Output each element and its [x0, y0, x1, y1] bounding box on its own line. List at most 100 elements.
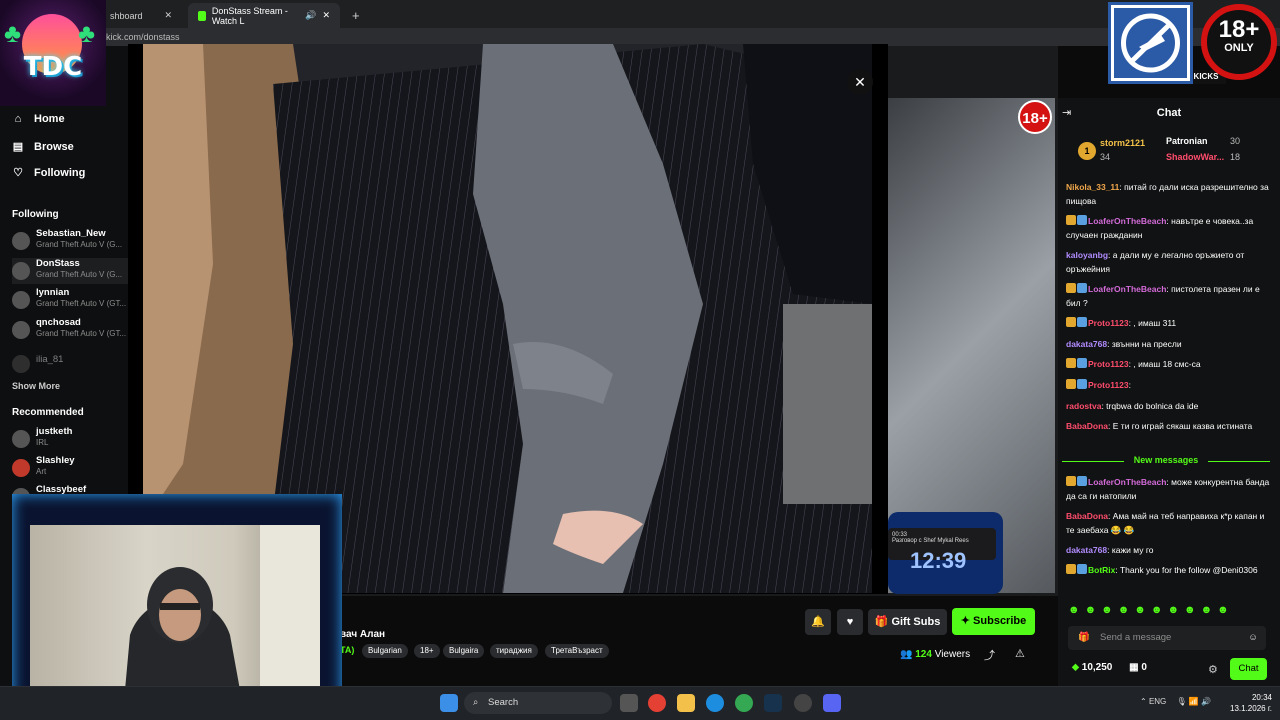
- task-view-icon[interactable]: [620, 694, 638, 712]
- system-tray[interactable]: ⌃ ENG 🎙 📶 🔊: [1140, 697, 1211, 706]
- points-icon: ⬥: [1072, 662, 1082, 673]
- chat-message: LoaferOnTheBeach: навътре е човека..за с…: [1066, 214, 1272, 242]
- new-messages-divider[interactable]: New messages: [1062, 455, 1270, 467]
- chat-username[interactable]: LoaferOnTheBeach: [1088, 284, 1166, 294]
- nav-home[interactable]: ⌂ Home: [12, 113, 65, 125]
- no-weapons-sign: [1108, 2, 1193, 84]
- stream-tag[interactable]: Bulgaira: [443, 644, 485, 658]
- browser-tab-dashboard[interactable]: shboard ✕: [100, 3, 182, 28]
- windows-taskbar: [0, 686, 1280, 720]
- chat-username[interactable]: Proto1123: [1088, 380, 1129, 390]
- palm-tree-icon: ♣: [4, 18, 22, 48]
- clock-time: 20:34: [1251, 693, 1272, 702]
- sidebar-channel[interactable]: ilia_81: [12, 351, 128, 377]
- stream-tag[interactable]: 18+: [414, 644, 440, 658]
- edge-icon[interactable]: [706, 694, 724, 712]
- search-icon: ⌕: [473, 697, 479, 708]
- file-explorer-icon[interactable]: [677, 694, 695, 712]
- chat-username[interactable]: dakata768: [1066, 545, 1107, 555]
- taskbar-search[interactable]: ⌕ Search: [464, 692, 612, 714]
- chat-message: BabaDona: Ама май на теб направиха к*р к…: [1066, 509, 1272, 537]
- channel-game: Art: [36, 467, 47, 476]
- gift-subs-button[interactable]: 🎁 Gift Subs: [868, 609, 947, 635]
- chat-username[interactable]: BabaDona: [1066, 511, 1108, 521]
- chat-username[interactable]: BotRix: [1088, 565, 1115, 575]
- taskbar-clock[interactable]: 20:34 13.1.2026 г.: [1222, 692, 1272, 714]
- chat-username[interactable]: kaloyanbg: [1066, 250, 1108, 260]
- stream-tag[interactable]: Bulgarian: [362, 644, 408, 658]
- emoji-icon[interactable]: ☺: [1248, 626, 1258, 650]
- sidebar-channel[interactable]: DonStass Grand Theft Auto V (G...: [12, 258, 128, 284]
- channel-game: Grand Theft Auto V (GT...: [36, 329, 127, 338]
- discord-icon[interactable]: [823, 694, 841, 712]
- share-icon[interactable]: ⤴: [984, 647, 995, 663]
- chat-username[interactable]: LoaferOnTheBeach: [1088, 477, 1166, 487]
- new-tab-button[interactable]: +: [342, 3, 362, 28]
- close-icon[interactable]: ✕: [164, 10, 172, 21]
- chat-message: Proto1123:: [1066, 378, 1272, 392]
- language-indicator[interactable]: ENG: [1149, 697, 1166, 706]
- chat-badge-icon: [1066, 379, 1076, 389]
- leaderboard-count: 18: [1230, 152, 1241, 162]
- chat-message: BotRix: Thank you for the follow @Deni03…: [1066, 563, 1272, 577]
- emote-bar[interactable]: ☻☻☻☻☻☻☻☻☻☻: [1068, 604, 1268, 618]
- report-icon[interactable]: ⚠: [1015, 647, 1025, 660]
- app-icon[interactable]: [648, 694, 666, 712]
- chat-username[interactable]: Proto1123: [1088, 318, 1129, 328]
- lightbox-close-button[interactable]: ✕: [847, 69, 873, 95]
- nav-following[interactable]: ♡ Following: [12, 166, 85, 180]
- chat-send-button[interactable]: Chat: [1230, 658, 1267, 680]
- badge-only-text: ONLY: [1224, 42, 1254, 54]
- gift-subs-label: Gift Subs: [891, 616, 941, 628]
- windows-start-icon[interactable]: [440, 694, 458, 712]
- chrome-icon[interactable]: [735, 694, 753, 712]
- chat-username[interactable]: LoaferOnTheBeach: [1088, 216, 1166, 226]
- subscribe-label: Subscribe: [973, 615, 1027, 627]
- chat-badge-icon: [1077, 379, 1087, 389]
- stream-category-fragment[interactable]: TA): [340, 645, 354, 655]
- chat-username[interactable]: BabaDona: [1066, 421, 1108, 431]
- no-weapons-icon: [1114, 8, 1187, 78]
- chat-username[interactable]: Nikola_33_11: [1066, 182, 1119, 192]
- nav-browse[interactable]: ▤ Browse: [12, 140, 74, 154]
- recommended-section-title: Recommended: [12, 407, 84, 418]
- stream-tag[interactable]: ТретаВъзраст: [545, 644, 609, 658]
- chat-message: LoaferOnTheBeach: пистолета празен ли е …: [1066, 282, 1272, 310]
- sidebar-channel[interactable]: justketh IRL: [12, 426, 128, 452]
- chat-username[interactable]: Proto1123: [1088, 359, 1129, 369]
- chat-message: BabaDona: Е ти го играй сякаш казва исти…: [1066, 419, 1272, 433]
- notification-bell-button[interactable]: 🔔: [805, 609, 831, 635]
- nav-label: Browse: [34, 140, 74, 153]
- speaker-icon[interactable]: 🔊: [305, 10, 316, 21]
- kick-favicon-icon: [198, 10, 206, 21]
- channel-points[interactable]: ⬥ 10,250 ▦ 0: [1072, 662, 1147, 673]
- sidebar-channel[interactable]: qnchosad Grand Theft Auto V (GT...: [12, 317, 128, 343]
- chat-badge-icon: [1066, 476, 1076, 486]
- chat-username[interactable]: dakata768: [1066, 339, 1107, 349]
- sidebar-channel[interactable]: lynnian Grand Theft Auto V (GT...: [12, 287, 128, 313]
- chat-input[interactable]: 🎁 Send a message ☺: [1068, 626, 1266, 650]
- settings-gear-icon[interactable]: ⚙: [1208, 663, 1218, 676]
- sidebar-channel[interactable]: Sebastian_New Grand Theft Auto V (G...: [12, 228, 128, 254]
- close-icon[interactable]: ✕: [322, 10, 330, 21]
- follow-button[interactable]: ♥: [837, 609, 863, 635]
- chat-badge-icon: [1077, 476, 1087, 486]
- chat-badge-icon: [1077, 564, 1087, 574]
- obs-icon[interactable]: [794, 694, 812, 712]
- palm-tree-icon: ♣: [78, 18, 96, 48]
- points-value: 10,250: [1081, 662, 1113, 673]
- chat-username[interactable]: radostva: [1066, 401, 1101, 411]
- leaderboard-name: ShadowWar...: [1166, 152, 1225, 162]
- chat-badge-icon: [1077, 283, 1087, 293]
- heart-icon: ♡: [13, 167, 23, 179]
- chat-text: : , имаш 18 смс-са: [1128, 359, 1201, 369]
- show-more-link[interactable]: Show More: [12, 381, 60, 391]
- browser-tab-stream[interactable]: DonStass Stream - Watch L 🔊 ✕: [188, 3, 340, 28]
- subscribe-button[interactable]: ✦ Subscribe: [952, 608, 1035, 635]
- stream-title: вач Алан: [340, 629, 386, 640]
- sidebar-channel[interactable]: Slashley Art: [12, 455, 128, 481]
- stream-tag[interactable]: тираджия: [490, 644, 538, 658]
- tab-label: shboard: [110, 10, 143, 21]
- steam-icon[interactable]: [764, 694, 782, 712]
- gift-icon[interactable]: 🎁: [1078, 626, 1090, 650]
